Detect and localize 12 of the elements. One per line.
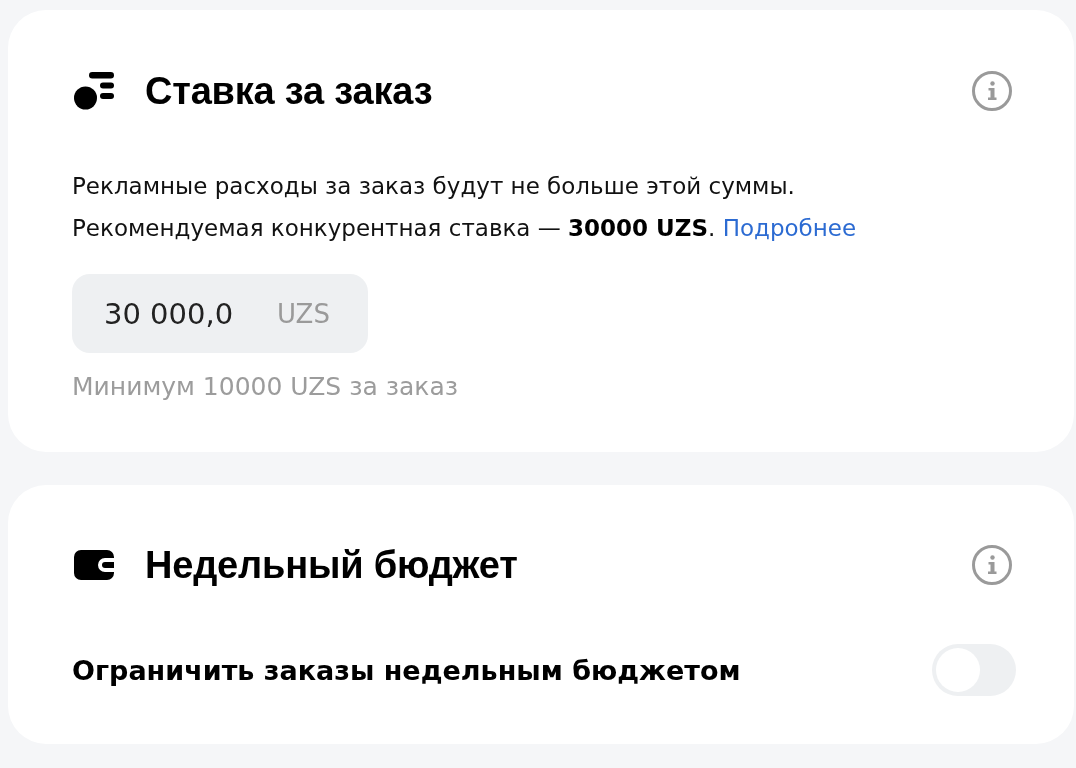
section-title: Ставка за заказ [145,69,434,113]
info-icon[interactable] [972,545,1012,585]
coins-icon [74,72,114,110]
description-text: Рекомендуемая конкурентная ставка — 30000 UZS. Подробнее [72,214,858,243]
amount-field[interactable]: 30 000,0 UZS [72,274,368,353]
more-link[interactable]: Подробнее [722,215,857,241]
hint-text: Минимум 10000 UZS за заказ [72,371,460,403]
info-icon[interactable] [972,71,1012,111]
toggle-label: Ограничить заказы недельным бюджетом [72,654,741,686]
description-text: Рекламные расходы за заказ будут не больше этой суммы. [72,172,796,201]
wallet-icon [74,550,114,580]
section-title: Недельный бюджет [145,543,519,587]
